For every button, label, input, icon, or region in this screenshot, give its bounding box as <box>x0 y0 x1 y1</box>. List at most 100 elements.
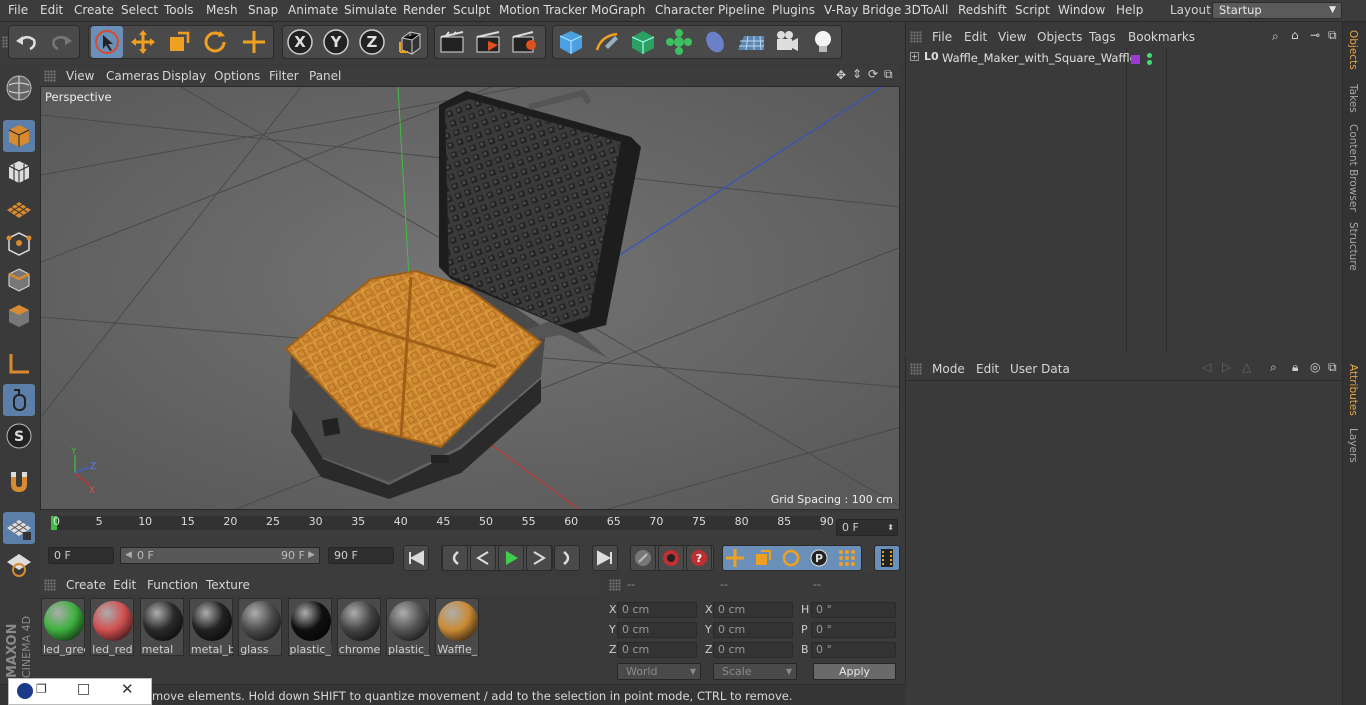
coordinate-system-icon[interactable] <box>394 26 426 58</box>
redo-icon[interactable] <box>46 26 78 58</box>
object-row[interactable]: + L0 Waffle_Maker_with_Square_Waffle <box>906 50 1343 68</box>
object-name[interactable]: Waffle_Maker_with_Square_Waffle <box>942 51 1137 65</box>
menu-script[interactable]: Script <box>1015 3 1050 17</box>
scale-icon[interactable] <box>163 26 195 58</box>
object-menu-view[interactable]: View <box>998 30 1026 44</box>
coord-value-field[interactable]: 0 cm <box>713 642 793 658</box>
prev-key-icon[interactable] <box>442 545 468 571</box>
menu-create[interactable]: Create <box>74 3 114 17</box>
editor-visibility-dot[interactable] <box>1147 53 1152 58</box>
material-swatch[interactable]: plastic_b <box>287 598 332 656</box>
end-frame-field[interactable]: 90 F <box>328 547 394 564</box>
tab-objects[interactable]: Objects <box>1347 30 1359 70</box>
camera-icon[interactable] <box>771 26 803 58</box>
menu-pipeline[interactable]: Pipeline <box>718 3 765 17</box>
object-menu-objects[interactable]: Objects <box>1037 30 1082 44</box>
point-mode-icon[interactable] <box>3 228 35 260</box>
axis-mode-icon[interactable] <box>3 348 35 380</box>
menu-window[interactable]: Window <box>1058 3 1105 17</box>
menu-file[interactable]: File <box>8 3 28 17</box>
menu-motion-tracker[interactable]: Motion Tracker <box>499 3 587 17</box>
restore-icon[interactable]: ❐ <box>36 682 47 696</box>
keyframe-selection-icon[interactable]: ? <box>686 545 712 571</box>
material-swatch[interactable]: led_green <box>41 598 85 656</box>
snap-magnet-icon[interactable] <box>3 466 35 498</box>
texture-mode-icon[interactable] <box>3 156 35 188</box>
menu-mograph[interactable]: MoGraph <box>591 3 646 17</box>
object-menu-edit[interactable]: Edit <box>964 30 987 44</box>
menu-render[interactable]: Render <box>403 3 446 17</box>
quantize-icon[interactable] <box>3 548 35 580</box>
viewport-rotate-icon[interactable]: ⟳ <box>868 67 878 81</box>
deformer-icon[interactable] <box>699 26 731 58</box>
start-frame-field[interactable]: 0 F <box>48 547 114 564</box>
material-swatch[interactable]: glass <box>238 598 283 656</box>
menu-redshift[interactable]: Redshift <box>958 3 1007 17</box>
viewport-maximize-icon[interactable]: ⧉ <box>884 67 893 82</box>
tweak-mode-icon[interactable] <box>3 384 35 416</box>
coord-value-field[interactable]: 0 cm <box>713 602 793 618</box>
new-window-icon[interactable]: ⧉ <box>1328 28 1337 43</box>
cube-object-icon[interactable] <box>555 26 587 58</box>
menu-tools[interactable]: Tools <box>164 3 194 17</box>
attribute-menu-edit[interactable]: Edit <box>976 362 999 376</box>
preview-range-slider[interactable]: ◀ 0 F 90 F ▶ <box>120 547 320 564</box>
coord-value-field[interactable]: 0 cm <box>617 642 697 658</box>
floor-grid-icon[interactable] <box>735 26 767 58</box>
material-menu-create[interactable]: Create <box>66 578 106 592</box>
material-swatch[interactable]: led_red <box>90 598 135 656</box>
lock-icon[interactable]: 🔒︎ <box>1292 360 1298 375</box>
tab-content-browser[interactable]: Content Browser <box>1347 124 1359 212</box>
target-icon[interactable]: ◎ <box>1310 360 1320 374</box>
menu-help[interactable]: Help <box>1116 3 1143 17</box>
next-frame-icon[interactable] <box>526 545 552 571</box>
material-swatch[interactable]: chrome <box>336 598 381 656</box>
menu-select[interactable]: Select <box>121 3 158 17</box>
move-icon[interactable] <box>127 26 159 58</box>
render-settings-icon[interactable] <box>508 26 540 58</box>
attribute-menu-mode[interactable]: Mode <box>932 362 965 376</box>
timeline-ruler[interactable]: 0 5 10 15 20 25 30 35 40 45 50 55 60 65 70 75 80 85 90 0 F… <box>40 512 900 542</box>
coord-value-field[interactable]: 0 ° <box>811 602 896 618</box>
home-icon[interactable]: ⌂ <box>1291 28 1299 42</box>
prev-frame-icon[interactable] <box>470 545 496 571</box>
menu-3dtoall[interactable]: 3DToAll <box>904 3 948 17</box>
coord-value-field[interactable]: 0 cm <box>617 602 697 618</box>
object-menu-tags[interactable]: Tags <box>1089 30 1116 44</box>
render-region-icon[interactable] <box>472 26 504 58</box>
solo-mode-icon[interactable]: S <box>3 420 35 452</box>
render-view-icon[interactable] <box>436 26 468 58</box>
back-arrow-icon[interactable]: ◁ <box>1202 360 1211 374</box>
timeline-window-icon[interactable] <box>874 545 900 571</box>
x-axis-lock-icon[interactable]: X <box>284 26 316 58</box>
material-swatch[interactable]: metal <box>139 598 184 656</box>
menu-vray-bridge[interactable]: V-Ray Bridge <box>824 3 901 17</box>
back-icon[interactable]: ⊸ <box>1310 28 1320 42</box>
coord-value-field[interactable]: 0 ° <box>811 642 896 658</box>
z-axis-lock-icon[interactable]: Z <box>356 26 388 58</box>
coord-mode-dropdown[interactable]: Scale ▼ <box>713 663 797 680</box>
goto-start-icon[interactable] <box>403 545 429 571</box>
layer-color-swatch[interactable] <box>1131 55 1140 64</box>
enable-snap-grid-icon[interactable] <box>3 512 35 544</box>
viewport-move-icon[interactable]: ✥ <box>836 68 846 82</box>
key-rotation-icon[interactable] <box>778 545 804 571</box>
coord-space-dropdown[interactable]: World ▼ <box>617 663 701 680</box>
tab-takes[interactable]: Takes <box>1347 84 1359 113</box>
coord-value-field[interactable]: 0 cm <box>713 622 793 638</box>
recent-tool-icon[interactable] <box>238 26 270 58</box>
play-icon[interactable] <box>498 545 524 571</box>
material-swatch[interactable]: metal_b <box>188 598 233 656</box>
menu-sculpt[interactable]: Sculpt <box>453 3 490 17</box>
render-visibility-dot[interactable] <box>1147 60 1152 65</box>
up-arrow-icon[interactable]: △ <box>1242 360 1251 374</box>
key-position-icon[interactable] <box>722 545 748 571</box>
material-swatch[interactable]: plastic_c <box>386 598 431 656</box>
viewport-menu-filter[interactable]: Filter <box>269 69 299 83</box>
menu-mesh[interactable]: Mesh <box>206 3 238 17</box>
perspective-viewport[interactable]: Y Z X Perspective Grid Spacing : 100 cm <box>40 86 900 510</box>
current-frame-field[interactable]: 0 F ⬍ <box>836 519 898 536</box>
search-icon[interactable]: ⌕ <box>1270 360 1277 375</box>
search-icon[interactable]: ⌕ <box>1272 29 1279 44</box>
menu-animate[interactable]: Animate <box>288 3 338 17</box>
